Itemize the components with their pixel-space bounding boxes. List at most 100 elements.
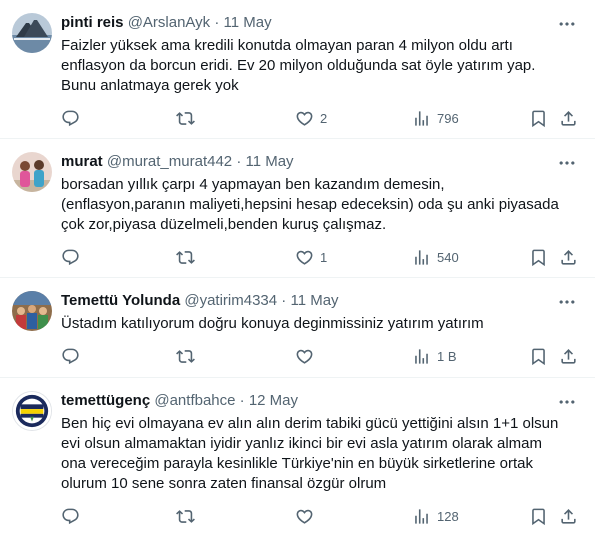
more-icon[interactable]	[557, 14, 577, 34]
author-handle[interactable]: @ArslanAyk	[128, 14, 210, 31]
reply-icon	[61, 347, 80, 366]
tweet-header: Temettü Yolunda @yatirim4334 · 11 May	[61, 291, 339, 311]
tweet-text-line: enflasyon da borcun eridi. Ev 20 milyon …	[61, 57, 536, 74]
tweet-text-line: olurum 10 sene sonra zaten finansal özgü…	[61, 475, 387, 492]
share-button[interactable]	[559, 247, 578, 267]
author-name[interactable]: murat	[61, 153, 103, 170]
bookmark-icon	[529, 507, 548, 526]
views-icon	[412, 248, 431, 267]
tweet-text-line: evi olsun almamaktan iyidir yanlız ikinc…	[61, 435, 542, 452]
tweet[interactable]: pinti reis @ArslanAyk · 11 May Faizler y…	[0, 0, 595, 139]
bookmark-icon	[529, 109, 548, 128]
view-count: 128	[437, 508, 459, 524]
tweet-text-line: Faizler yüksek ama kredili konutda olmay…	[61, 37, 513, 54]
tweet-actions: 1 540	[0, 247, 595, 269]
tweet-text-line: borsadan yıllık çarpı 4 yapmayan ben kaz…	[61, 176, 445, 193]
more-icon[interactable]	[557, 392, 577, 412]
avatar[interactable]	[12, 13, 52, 53]
tweet-text: Ben hiç evi olmayana ev alın alın derim …	[61, 414, 581, 494]
share-icon	[559, 109, 578, 128]
views-icon	[412, 507, 431, 526]
tweet-actions: 128	[0, 506, 595, 528]
view-count: 540	[437, 249, 459, 265]
share-button[interactable]	[559, 346, 578, 366]
tweet-date[interactable]: 11 May	[245, 153, 293, 170]
views-button[interactable]: 796	[412, 108, 459, 128]
tweet-header: murat @murat_murat442 · 11 May	[61, 152, 294, 172]
author-handle[interactable]: @murat_murat442	[107, 153, 232, 170]
share-button[interactable]	[559, 506, 578, 526]
tweet-actions: 2 796	[0, 108, 595, 130]
views-button[interactable]: 540	[412, 247, 459, 267]
author-name[interactable]: temettügenç	[61, 392, 150, 409]
bookmark-button[interactable]	[529, 247, 548, 267]
avatar[interactable]	[12, 391, 52, 431]
avatar[interactable]	[12, 291, 52, 331]
tweet[interactable]: murat @murat_murat442 · 11 May borsadan …	[0, 139, 595, 278]
tweet[interactable]: Temettü Yolunda @yatirim4334 · 11 May Üs…	[0, 278, 595, 378]
share-icon	[559, 248, 578, 267]
reply-icon	[61, 507, 80, 526]
share-icon	[559, 347, 578, 366]
separator: ·	[239, 392, 245, 409]
bookmark-button[interactable]	[529, 108, 548, 128]
like-count: 1	[320, 249, 328, 265]
tweet-text: Faizler yüksek ama kredili konutda olmay…	[61, 36, 581, 96]
tweet[interactable]: temettügenç @antfbahce · 12 May Ben hiç …	[0, 378, 595, 533]
reply-icon	[61, 248, 80, 267]
reply-button[interactable]	[61, 108, 86, 128]
separator: ·	[236, 153, 242, 170]
reply-button[interactable]	[61, 346, 86, 366]
views-button[interactable]: 1 B	[412, 346, 457, 366]
like-icon	[295, 109, 314, 128]
views-button[interactable]: 128	[412, 506, 459, 526]
bookmark-icon	[529, 248, 548, 267]
tweet-text: Üstadım katılıyorum doğru konuya deginmi…	[61, 314, 581, 334]
view-count: 796	[437, 110, 459, 126]
more-icon[interactable]	[557, 153, 577, 173]
author-name[interactable]: pinti reis	[61, 14, 124, 31]
tweet-header: pinti reis @ArslanAyk · 11 May	[61, 13, 272, 33]
tweet-header: temettügenç @antfbahce · 12 May	[61, 391, 298, 411]
like-button[interactable]	[295, 506, 320, 526]
retweet-icon	[176, 109, 195, 128]
avatar[interactable]	[12, 152, 52, 192]
like-button[interactable]	[295, 346, 320, 366]
tweet-text-line: (enflasyon,paranın maliyeti,hepsini hesa…	[61, 196, 559, 213]
separator: ·	[281, 292, 287, 309]
author-name[interactable]: Temettü Yolunda	[61, 292, 180, 309]
retweet-icon	[176, 507, 195, 526]
retweet-button[interactable]	[176, 346, 201, 366]
reply-icon	[61, 109, 80, 128]
bookmark-icon	[529, 347, 548, 366]
like-button[interactable]: 1	[295, 247, 327, 267]
share-button[interactable]	[559, 108, 578, 128]
tweet-text-line: Ben hiç evi olmayana ev alın alın derim …	[61, 415, 559, 432]
author-handle[interactable]: @antfbahce	[154, 392, 235, 409]
view-count: 1 B	[437, 348, 457, 364]
more-icon[interactable]	[557, 292, 577, 312]
bookmark-button[interactable]	[529, 506, 548, 526]
share-icon	[559, 507, 578, 526]
bookmark-button[interactable]	[529, 346, 548, 366]
tweet-text: borsadan yıllık çarpı 4 yapmayan ben kaz…	[61, 175, 581, 235]
views-icon	[412, 109, 431, 128]
retweet-button[interactable]	[176, 108, 201, 128]
tweet-text-line: ona vereceğim parayla kesinlikle Türkiye…	[61, 455, 533, 472]
tweet-text-line: çok zor,piyasa düzelmeli,benden kuruş ça…	[61, 216, 387, 233]
like-icon	[295, 347, 314, 366]
reply-button[interactable]	[61, 506, 86, 526]
like-icon	[295, 248, 314, 267]
retweet-button[interactable]	[176, 247, 201, 267]
separator: ·	[214, 14, 220, 31]
like-count: 2	[320, 110, 328, 126]
tweet-date[interactable]: 11 May	[224, 14, 272, 31]
tweet-actions: 1 B	[0, 346, 595, 368]
retweet-icon	[176, 248, 195, 267]
retweet-button[interactable]	[176, 506, 201, 526]
reply-button[interactable]	[61, 247, 86, 267]
tweet-date[interactable]: 11 May	[290, 292, 338, 309]
tweet-date[interactable]: 12 May	[249, 392, 298, 409]
like-button[interactable]: 2	[295, 108, 327, 128]
author-handle[interactable]: @yatirim4334	[184, 292, 277, 309]
